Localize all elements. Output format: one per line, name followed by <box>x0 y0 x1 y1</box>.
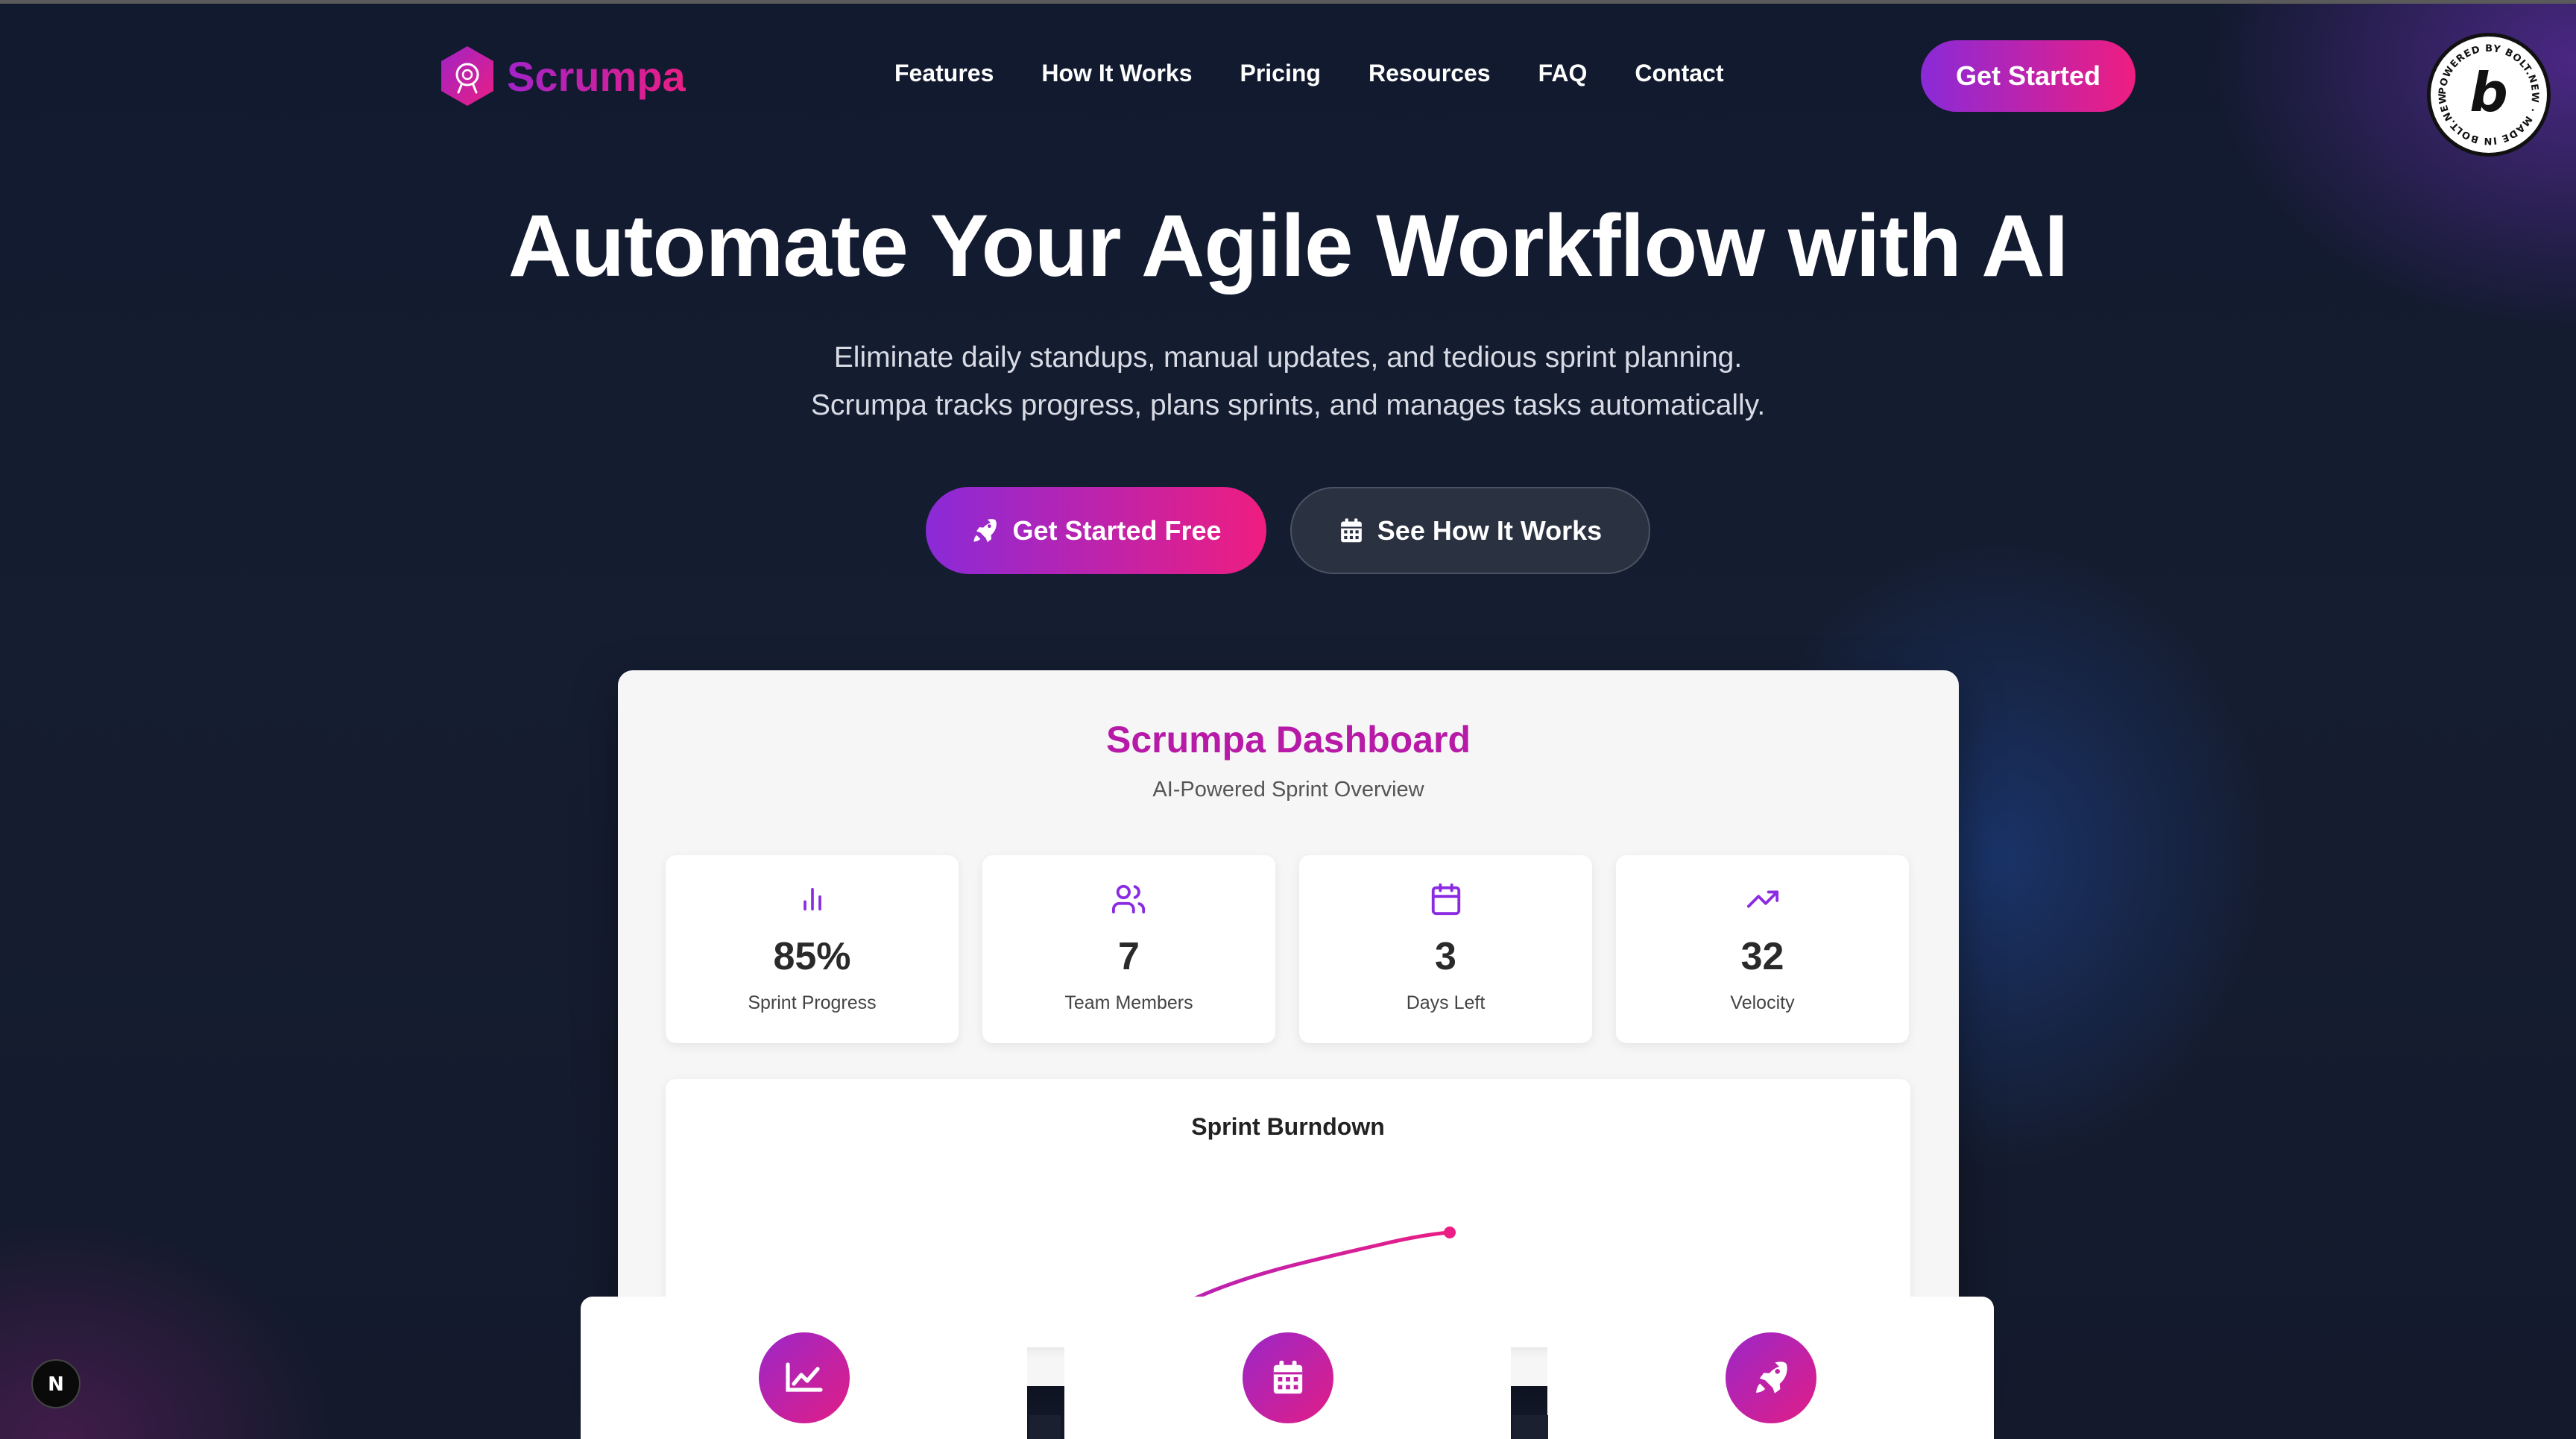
users-icon <box>1111 884 1145 914</box>
hero-subtitle-line-1: Eliminate daily standups, manual updates… <box>833 341 1743 374</box>
get-started-button[interactable]: Get Started <box>1921 40 2135 112</box>
get-started-free-button[interactable]: Get Started Free <box>926 487 1266 574</box>
stat-card-velocity: 32 Velocity <box>1616 855 1909 1043</box>
dashboard-preview: Scrumpa Dashboard AI-Powered Sprint Over… <box>618 670 1959 1386</box>
feature-card-launch <box>1547 1297 1994 1439</box>
stat-label: Team Members <box>1064 992 1193 1013</box>
nav-link-contact[interactable]: Contact <box>1635 60 1723 87</box>
nav-link-how-it-works[interactable]: How It Works <box>1041 60 1192 87</box>
bolt-badge-ring: POWERED BY BOLT.NEW · MADE IN BOLT.NEW ·… <box>2431 37 2539 146</box>
card-gap <box>1029 1415 1061 1439</box>
stat-label: Days Left <box>1406 992 1486 1013</box>
feature-card-analytics <box>581 1297 1027 1439</box>
feature-icon-badge <box>1243 1332 1333 1423</box>
stat-value: 32 <box>1740 935 1784 978</box>
calendar-icon <box>1273 1361 1303 1394</box>
stat-label: Sprint Progress <box>748 992 877 1013</box>
stat-value: 7 <box>1118 935 1140 978</box>
see-how-it-works-button[interactable]: See How It Works <box>1290 487 1650 574</box>
bolt-badge[interactable]: POWERED BY BOLT.NEW · MADE IN BOLT.NEW ·… <box>2427 33 2551 157</box>
trending-up-icon <box>1746 890 1778 908</box>
stat-card-days-left: 3 Days Left <box>1299 855 1592 1043</box>
window-top-edge <box>0 0 2576 4</box>
rocket-icon <box>973 518 997 542</box>
nextjs-dev-badge[interactable]: N <box>31 1359 80 1408</box>
bolt-letter: b <box>2469 61 2508 124</box>
hero-subtitle-line-2: Scrumpa tracks progress, plans sprints, … <box>810 389 1766 421</box>
bar-chart-icon <box>803 887 821 911</box>
hero-subtitle: Eliminate daily standups, manual updates… <box>0 334 2576 429</box>
brand-logo[interactable]: Scrumpa <box>440 45 686 107</box>
nextjs-icon: N <box>48 1373 64 1396</box>
feature-icon-badge <box>759 1332 850 1423</box>
brand-name: Scrumpa <box>507 52 686 100</box>
see-how-it-works-label: See How It Works <box>1377 514 1603 546</box>
nav-link-faq[interactable]: FAQ <box>1538 60 1588 87</box>
stat-card-team-members: 7 Team Members <box>982 855 1275 1043</box>
calendar-icon <box>1340 517 1362 542</box>
nav-link-resources[interactable]: Resources <box>1368 60 1491 87</box>
feature-card-planning <box>1064 1297 1511 1439</box>
stat-value: 85% <box>773 935 851 978</box>
card-gap <box>1512 1415 1548 1439</box>
nav-link-features[interactable]: Features <box>894 60 994 87</box>
chart-line-icon <box>786 1362 823 1392</box>
stat-label: Velocity <box>1730 992 1795 1013</box>
next-letter: N <box>48 1373 64 1396</box>
top-navigation: Scrumpa Features How It Works Pricing Re… <box>0 40 2576 112</box>
nav-link-pricing[interactable]: Pricing <box>1240 60 1320 87</box>
feature-icon-badge <box>1726 1332 1816 1423</box>
dashboard-subtitle: AI-Powered Sprint Overview <box>1152 778 1424 802</box>
get-started-free-label: Get Started Free <box>1012 514 1222 546</box>
stat-card-sprint-progress: 85% Sprint Progress <box>666 855 959 1043</box>
calendar-icon <box>1431 883 1460 916</box>
dashboard-title: Scrumpa Dashboard <box>1105 719 1471 761</box>
logo-hexagon-icon <box>440 45 495 107</box>
hero-title: Automate Your Agile Workflow with AI <box>508 197 2068 295</box>
burndown-point <box>1444 1227 1456 1238</box>
nav-links: Features How It Works Pricing Resources … <box>894 60 1723 87</box>
stat-value: 3 <box>1435 935 1456 978</box>
rocket-icon <box>1756 1361 1787 1394</box>
